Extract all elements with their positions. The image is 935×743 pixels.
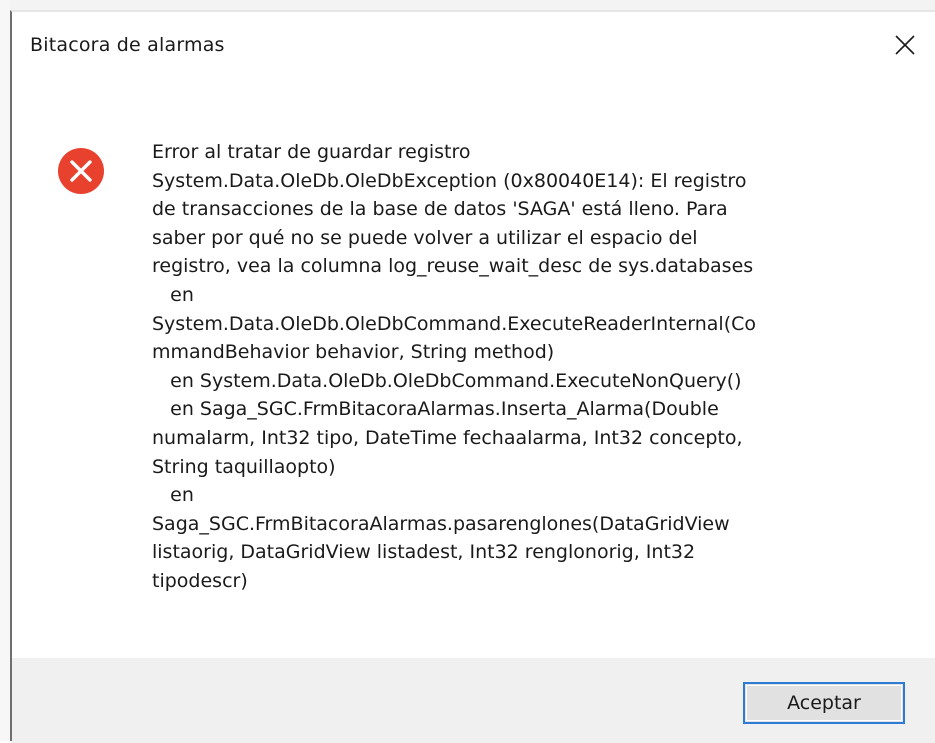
dialog-content: Error al tratar de guardar registro Syste… bbox=[12, 82, 935, 660]
message-line: String taquillaopto) bbox=[152, 455, 336, 478]
message-line: en bbox=[152, 484, 194, 507]
title-bar: Bitacora de alarmas bbox=[12, 12, 935, 82]
message-line: saber por qué no se puede volver a utili… bbox=[152, 226, 698, 249]
message-line: registro, vea la columna log_reuse_wait_… bbox=[152, 255, 754, 278]
ok-button[interactable]: Aceptar bbox=[743, 682, 905, 724]
window-title: Bitacora de alarmas bbox=[30, 34, 225, 56]
message-line: System.Data.OleDb.OleDbException (0x8004… bbox=[152, 169, 747, 192]
message-line: de transacciones de la base de datos 'SA… bbox=[152, 198, 728, 221]
background-left bbox=[0, 0, 10, 741]
message-line: mmandBehavior behavior, String method) bbox=[152, 341, 555, 364]
message-line: System.Data.OleDb.OleDbCommand.ExecuteRe… bbox=[152, 312, 757, 335]
message-line: en bbox=[152, 283, 194, 306]
button-bar: Aceptar bbox=[12, 658, 935, 743]
message-line: Error al tratar de guardar registro bbox=[152, 141, 471, 163]
message-line: listaorig, DataGridView listadest, Int32… bbox=[152, 541, 696, 564]
message-line: tipodescr) bbox=[152, 569, 248, 592]
message-line: en System.Data.OleDb.OleDbCommand.Execut… bbox=[152, 369, 742, 392]
error-icon bbox=[58, 148, 104, 194]
close-button[interactable] bbox=[885, 28, 925, 62]
error-message: Error al tratar de guardar registro Syste… bbox=[152, 138, 912, 596]
message-line: Saga_SGC.FrmBitacoraAlarmas.pasarenglone… bbox=[152, 512, 730, 535]
message-line: en Saga_SGC.FrmBitacoraAlarmas.Inserta_A… bbox=[152, 398, 719, 421]
message-line: numalarm, Int32 tipo, DateTime fechaalar… bbox=[152, 426, 743, 449]
message-dialog: Bitacora de alarmas Error al tratar de g… bbox=[10, 10, 935, 743]
close-icon bbox=[895, 35, 915, 55]
background-top bbox=[0, 0, 935, 10]
